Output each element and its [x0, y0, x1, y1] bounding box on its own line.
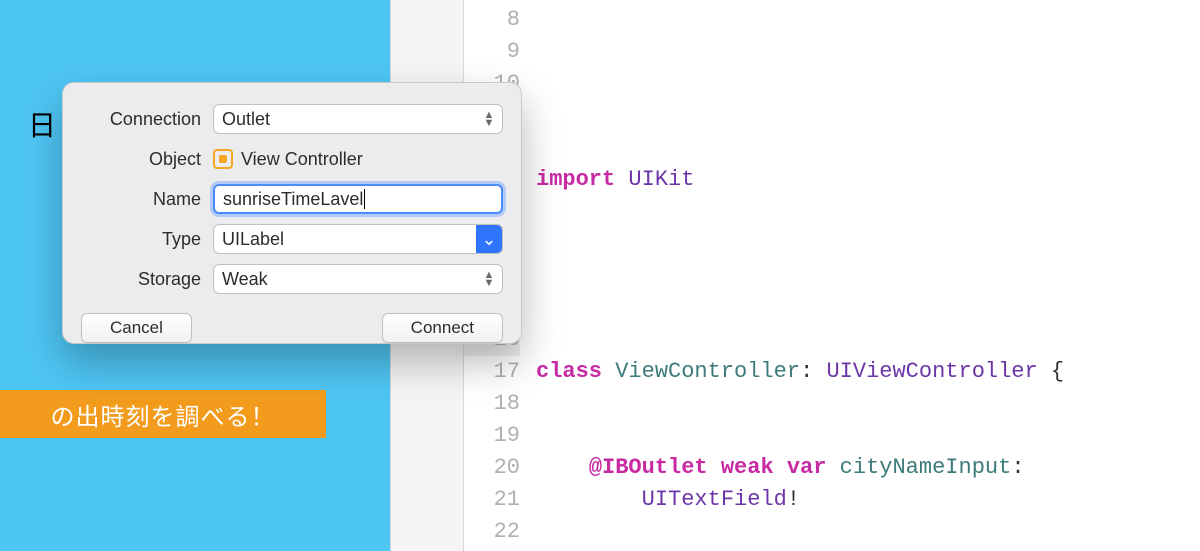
- line-number: 9: [464, 36, 520, 68]
- name-label: Name: [81, 189, 201, 210]
- type-value: UILabel: [222, 229, 284, 250]
- connection-select[interactable]: Outlet ▲▼: [213, 104, 503, 134]
- storage-label: Storage: [81, 269, 201, 290]
- object-label: Object: [81, 149, 201, 170]
- text-caret: [364, 189, 365, 209]
- stepper-icon: ▲▼: [476, 265, 502, 293]
- object-value: View Controller: [241, 149, 363, 170]
- line-number: 18: [464, 388, 520, 420]
- name-input[interactable]: sunriseTimeLavel: [213, 184, 503, 214]
- storage-value: Weak: [222, 269, 268, 290]
- label-preview: 日: [28, 104, 56, 144]
- line-number: 20: [464, 452, 520, 484]
- line-number: 22: [464, 516, 520, 548]
- object-value-wrap: View Controller: [213, 149, 503, 170]
- code-line: import UIKit: [536, 164, 1200, 196]
- button-preview[interactable]: の出時刻を調べる！: [0, 390, 326, 438]
- name-row: Name sunriseTimeLavel: [81, 179, 503, 219]
- cancel-button[interactable]: Cancel: [81, 313, 192, 343]
- code-body[interactable]: import UIKit class ViewController: UIVie…: [536, 0, 1200, 551]
- type-row: Type UILabel ⌄: [81, 219, 503, 259]
- line-number: 17: [464, 356, 520, 388]
- viewcontroller-icon: [213, 149, 233, 169]
- popover-footer: Cancel Connect: [81, 313, 503, 343]
- code-line: [536, 68, 1200, 100]
- code-line: @IBOutlet weak var cityNameInput: UIText…: [536, 452, 1200, 516]
- storage-select[interactable]: Weak ▲▼: [213, 264, 503, 294]
- name-value: sunriseTimeLavel: [223, 189, 363, 210]
- connection-row: Connection Outlet ▲▼: [81, 99, 503, 139]
- stepper-icon: ▲▼: [476, 105, 502, 133]
- code-editor[interactable]: 8 9 10 11 12 13 14 15 16 17 18 19 20 21 …: [464, 0, 1200, 551]
- line-number: 19: [464, 420, 520, 452]
- chevron-down-icon: ⌄: [476, 225, 502, 253]
- connect-button[interactable]: Connect: [382, 313, 503, 343]
- connection-value: Outlet: [222, 109, 270, 130]
- connection-popover: Connection Outlet ▲▼ Object View Control…: [62, 82, 522, 344]
- code-line: class ViewController: UIViewController {: [536, 356, 1200, 388]
- connection-label: Connection: [81, 109, 201, 130]
- line-number: 8: [464, 4, 520, 36]
- type-select[interactable]: UILabel ⌄: [213, 224, 503, 254]
- type-label: Type: [81, 229, 201, 250]
- line-number: 21: [464, 484, 520, 516]
- storage-row: Storage Weak ▲▼: [81, 259, 503, 299]
- code-line: [536, 260, 1200, 292]
- object-row: Object View Controller: [81, 139, 503, 179]
